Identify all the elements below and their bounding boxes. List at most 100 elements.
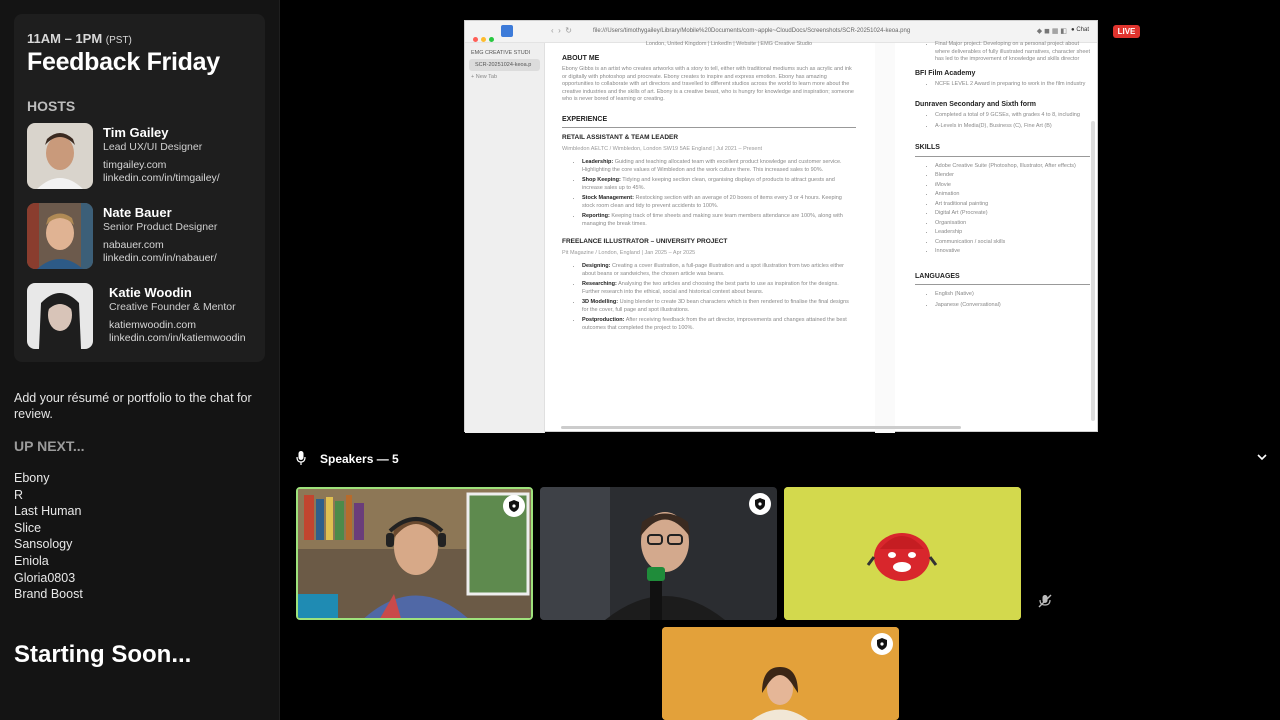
queue-item: Last Human — [14, 504, 82, 519]
show-time: 11AM – 1PM (PST) — [27, 31, 132, 46]
resume-left-column: London, United Kingdom | LinkedIn | Webs… — [562, 41, 856, 335]
job-subtitle: Wimbledon AELTC / Wimbledon, London SW19… — [562, 145, 763, 152]
host-card: Katie Woodin Creative Founder & Mentor k… — [27, 283, 262, 351]
queue-item: Sansology — [14, 537, 73, 552]
host-website: katiemwoodin.com — [109, 319, 196, 331]
address-bar[interactable]: file:///Users/timothygailey/Library/Mobi… — [593, 28, 910, 34]
host-website: nabauer.com — [103, 239, 164, 251]
hosts-heading: HOSTS — [27, 98, 76, 114]
duty-item: 3D Modelling: Using blender to create 3D… — [582, 299, 856, 314]
chat-button[interactable]: ● Chat — [1071, 27, 1089, 33]
up-next-heading: UP NEXT... — [14, 438, 85, 454]
experience-heading: EXPERIENCE — [562, 115, 608, 123]
host-name: Katie Woodin — [109, 285, 192, 300]
show-title: Feedback Friday — [27, 48, 220, 76]
sidebar-tab-active[interactable]: SCR-20251024-keoa.p — [469, 59, 540, 71]
mic-muted-icon — [1038, 594, 1052, 608]
host-avatar — [27, 283, 93, 349]
show-timezone: (PST) — [105, 35, 132, 46]
speakers-header: Speakers — 5 — [296, 449, 1268, 469]
job-duties: Designing: Creating a cover illustration… — [562, 263, 856, 332]
skill-item: Organisation — [935, 220, 1090, 227]
languages-list: English (Native) Japanese (Conversationa… — [915, 291, 1090, 309]
browser-toolbar: ‹ › ↻ file:///Users/timothygailey/Librar… — [465, 21, 1097, 43]
languages-heading: LANGUAGES — [915, 272, 960, 280]
education-heading: Dunraven Secondary and Sixth form — [915, 100, 1036, 108]
host-linkedin: linkedin.com/in/nabauer/ — [103, 252, 217, 264]
language-item: English (Native) — [935, 291, 1090, 299]
queue-item: Slice — [14, 520, 42, 535]
project-list: Final Major project: Developing on a per… — [915, 41, 1090, 64]
speaker-tile[interactable] — [662, 627, 899, 720]
speaker-tile-avatar[interactable] — [784, 487, 1021, 620]
host-role: Senior Product Designer — [103, 221, 218, 233]
duty-item: Shop Keeping: Tidying and keeping sectio… — [582, 177, 856, 192]
minimize-dot-icon[interactable] — [481, 37, 486, 42]
chevron-down-icon[interactable] — [1256, 451, 1268, 463]
microphone-icon — [296, 451, 306, 465]
job-title: FREELANCE ILLUSTRATOR – UNIVERSITY PROJE… — [562, 238, 728, 245]
toolbar-icons[interactable]: ◆ ◼ ▦ ◧ — [1037, 27, 1067, 35]
maximize-dot-icon[interactable] — [489, 37, 494, 42]
skills-heading: SKILLS — [915, 144, 940, 151]
speakers-count: Speakers — 5 — [320, 452, 399, 466]
queue-item: Brand Boost — [14, 587, 83, 602]
job-title: RETAIL ASSISTANT & TEAM LEADER — [562, 134, 679, 141]
host-role: Lead UX/UI Designer — [103, 141, 203, 153]
skill-item: Blender — [935, 172, 1090, 179]
duty-item: Postproduction: After receiving feedback… — [582, 317, 856, 332]
show-card: 11AM – 1PM (PST) Feedback Friday HOSTS T… — [14, 14, 265, 362]
duty-item: Designing: Creating a cover illustration… — [582, 263, 856, 278]
shared-screen: ‹ › ↻ file:///Users/timothygailey/Librar… — [464, 20, 1098, 433]
queue-item: Eniola — [14, 553, 49, 568]
cartoon-avatar-icon — [784, 487, 1021, 620]
duty-item: Leadership: Guiding and teaching allocat… — [582, 159, 856, 174]
queue-item: Ebony — [14, 471, 50, 485]
host-card: Nate Bauer Senior Product Designer nabau… — [27, 203, 262, 271]
horizontal-scrollbar[interactable] — [561, 426, 961, 429]
education-list: Completed a total of 9 GCSEs, with grade… — [915, 112, 1090, 130]
review-instructions: Add your résumé or portfolio to the chat… — [14, 391, 252, 421]
host-website: timgailey.com — [103, 159, 167, 171]
host-linkedin: linkedin.com/in/timgailey/ — [103, 172, 220, 184]
skills-list: Adobe Creative Suite (Photoshop, Illustr… — [915, 163, 1090, 255]
education-list: NCFE LEVEL 2 Award in preparing to work … — [915, 81, 1090, 89]
resume-right-column: Final Major project: Developing on a per… — [915, 41, 1090, 312]
close-dot-icon[interactable] — [473, 37, 478, 42]
document-gutter — [875, 43, 895, 433]
job-subtitle: Pit Magazine / London, England | Jan 202… — [562, 249, 696, 256]
host-name: Tim Gailey — [103, 125, 169, 140]
education-item: A-Levels in Media(D), Business (C), Fine… — [935, 123, 1090, 131]
skill-item: Animation — [935, 191, 1090, 198]
live-badge: LIVE — [1113, 25, 1140, 38]
job-duties: Leadership: Guiding and teaching allocat… — [562, 159, 856, 228]
nav-arrows-icon[interactable]: ‹ › ↻ — [551, 26, 572, 35]
skill-item: Adobe Creative Suite (Photoshop, Illustr… — [935, 163, 1090, 170]
shield-badge-icon — [503, 495, 525, 517]
education-item: NCFE LEVEL 2 Award in preparing to work … — [935, 81, 1090, 89]
education-heading: BFI Film Academy — [915, 69, 976, 77]
show-time-range: 11AM – 1PM — [27, 31, 103, 46]
skill-item: Digital Art (Procreate) — [935, 210, 1090, 217]
new-tab-button[interactable]: + New Tab — [465, 71, 544, 83]
starting-soon-text: Starting Soon... — [14, 641, 192, 668]
skill-item: Innovative — [935, 248, 1090, 255]
host-card: Tim Gailey Lead UX/UI Designer timgailey… — [27, 123, 262, 191]
host-avatar — [27, 123, 93, 189]
host-role: Creative Founder & Mentor — [109, 301, 236, 313]
skill-item: Communication / social skills — [935, 239, 1090, 246]
browser-sidebar: EMG CREATIVE STUDI SCR-20251024-keoa.p +… — [465, 43, 545, 433]
speaker-tile[interactable] — [540, 487, 777, 620]
duty-item: Reporting: Keeping track of time sheets … — [582, 213, 856, 228]
sidebar-toggle-icon[interactable] — [501, 25, 513, 37]
language-item: Japanese (Conversational) — [935, 302, 1090, 310]
education-item: Completed a total of 9 GCSEs, with grade… — [935, 112, 1090, 120]
queue-item: R — [14, 487, 24, 502]
new-tab-label: New Tab — [475, 74, 498, 80]
shield-badge-icon — [871, 633, 893, 655]
vertical-scrollbar[interactable] — [1091, 121, 1095, 421]
sidebar-tab[interactable]: EMG CREATIVE STUDI — [465, 47, 544, 59]
duty-item: Researching: Analysing the two articles … — [582, 281, 856, 296]
speaker-tile-active[interactable] — [296, 487, 533, 620]
project-item: Final Major project: Developing on a per… — [935, 41, 1090, 64]
